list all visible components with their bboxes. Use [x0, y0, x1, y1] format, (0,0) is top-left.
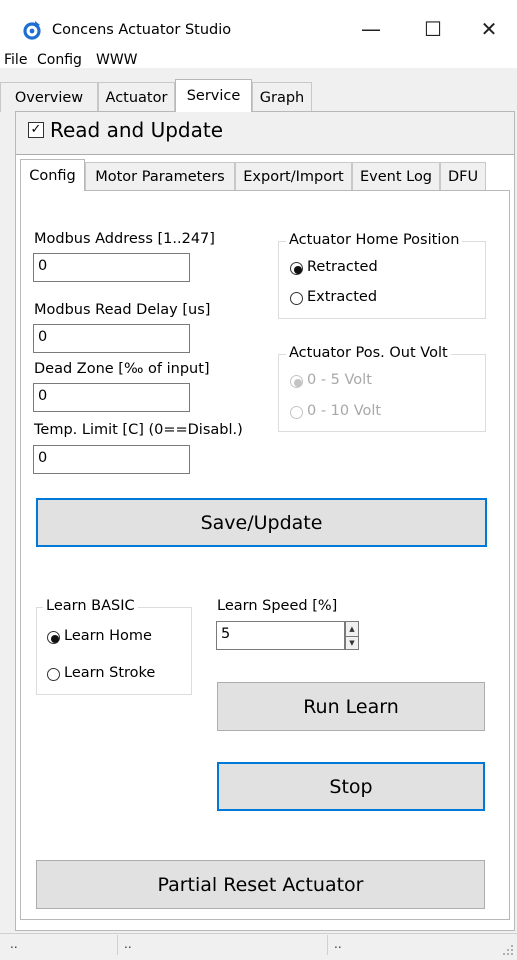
maximize-button[interactable]: ☐: [405, 12, 461, 46]
modbus-read-delay-input[interactable]: 0: [33, 324, 190, 353]
tab-motor-parameters[interactable]: Motor Parameters: [85, 162, 235, 190]
volt-5-label[interactable]: 0 - 5 Volt: [307, 372, 372, 388]
status-bar: [0, 933, 517, 956]
partial-reset-button[interactable]: Partial Reset Actuator: [36, 860, 485, 909]
modbus-read-delay-label: Modbus Read Delay [us]: [34, 302, 211, 318]
learn-stroke-label[interactable]: Learn Stroke: [64, 665, 155, 681]
app-logo-icon: [22, 20, 42, 40]
learn-basic-title: Learn BASIC: [43, 598, 138, 614]
learn-home-radio[interactable]: [47, 631, 60, 644]
volt-10-label[interactable]: 0 - 10 Volt: [307, 403, 381, 419]
save-update-button[interactable]: Save/Update: [36, 498, 487, 547]
tab-event-log[interactable]: Event Log: [352, 162, 440, 190]
minimize-button[interactable]: —: [343, 12, 399, 46]
close-button[interactable]: ✕: [461, 12, 517, 46]
learn-basic-group: [36, 607, 192, 695]
retracted-label[interactable]: Retracted: [307, 259, 378, 275]
run-learn-button[interactable]: Run Learn: [217, 682, 485, 731]
tab-export-import[interactable]: Export/Import: [235, 162, 352, 190]
read-update-checkbox[interactable]: ✓: [28, 122, 44, 138]
learn-stroke-radio[interactable]: [47, 668, 60, 681]
home-position-title: Actuator Home Position: [286, 232, 463, 248]
volt-5-radio[interactable]: [290, 375, 303, 388]
home-position-group: [278, 241, 486, 319]
dead-zone-input[interactable]: 0: [33, 383, 190, 412]
learn-speed-input[interactable]: 5: [216, 621, 345, 650]
temp-limit-label: Temp. Limit [C] (0==Disabl.): [34, 422, 243, 438]
tab-service[interactable]: Service: [175, 79, 252, 112]
tab-graph[interactable]: Graph: [252, 82, 312, 112]
status-divider: [117, 935, 118, 955]
menu-www[interactable]: WWW: [96, 52, 138, 68]
retracted-radio[interactable]: [290, 262, 303, 275]
spin-up-icon[interactable]: ▲: [346, 622, 358, 635]
modbus-address-label: Modbus Address [1..247]: [34, 231, 215, 247]
spin-down-icon[interactable]: ▼: [346, 636, 358, 649]
resize-grip-icon[interactable]: [502, 941, 514, 955]
stop-button[interactable]: Stop: [217, 762, 485, 811]
status-divider: [327, 935, 328, 955]
tab-overview[interactable]: Overview: [0, 82, 98, 112]
window-title: Concens Actuator Studio: [52, 22, 232, 38]
learn-speed-spinner: ▲ ▼: [345, 621, 359, 650]
pos-out-volt-group: [278, 354, 486, 432]
read-update-label[interactable]: Read and Update: [50, 118, 223, 142]
status-cell-1: ..: [10, 937, 18, 951]
extracted-label[interactable]: Extracted: [307, 289, 377, 305]
dead-zone-label: Dead Zone [‰ of input]: [34, 361, 210, 377]
status-cell-3: ..: [334, 937, 342, 951]
menu-config[interactable]: Config: [37, 52, 82, 68]
learn-home-label[interactable]: Learn Home: [64, 628, 152, 644]
learn-speed-label: Learn Speed [%]: [217, 598, 338, 614]
extracted-radio[interactable]: [290, 292, 303, 305]
modbus-address-input[interactable]: 0: [33, 253, 190, 282]
menu-file[interactable]: File: [4, 52, 27, 68]
tab-config[interactable]: Config: [20, 159, 85, 191]
temp-limit-input[interactable]: 0: [33, 445, 190, 474]
tab-actuator[interactable]: Actuator: [98, 82, 175, 112]
pos-out-volt-title: Actuator Pos. Out Volt: [286, 345, 451, 361]
status-cell-2: ..: [124, 937, 132, 951]
tab-dfu[interactable]: DFU: [440, 162, 486, 190]
volt-10-radio[interactable]: [290, 406, 303, 419]
